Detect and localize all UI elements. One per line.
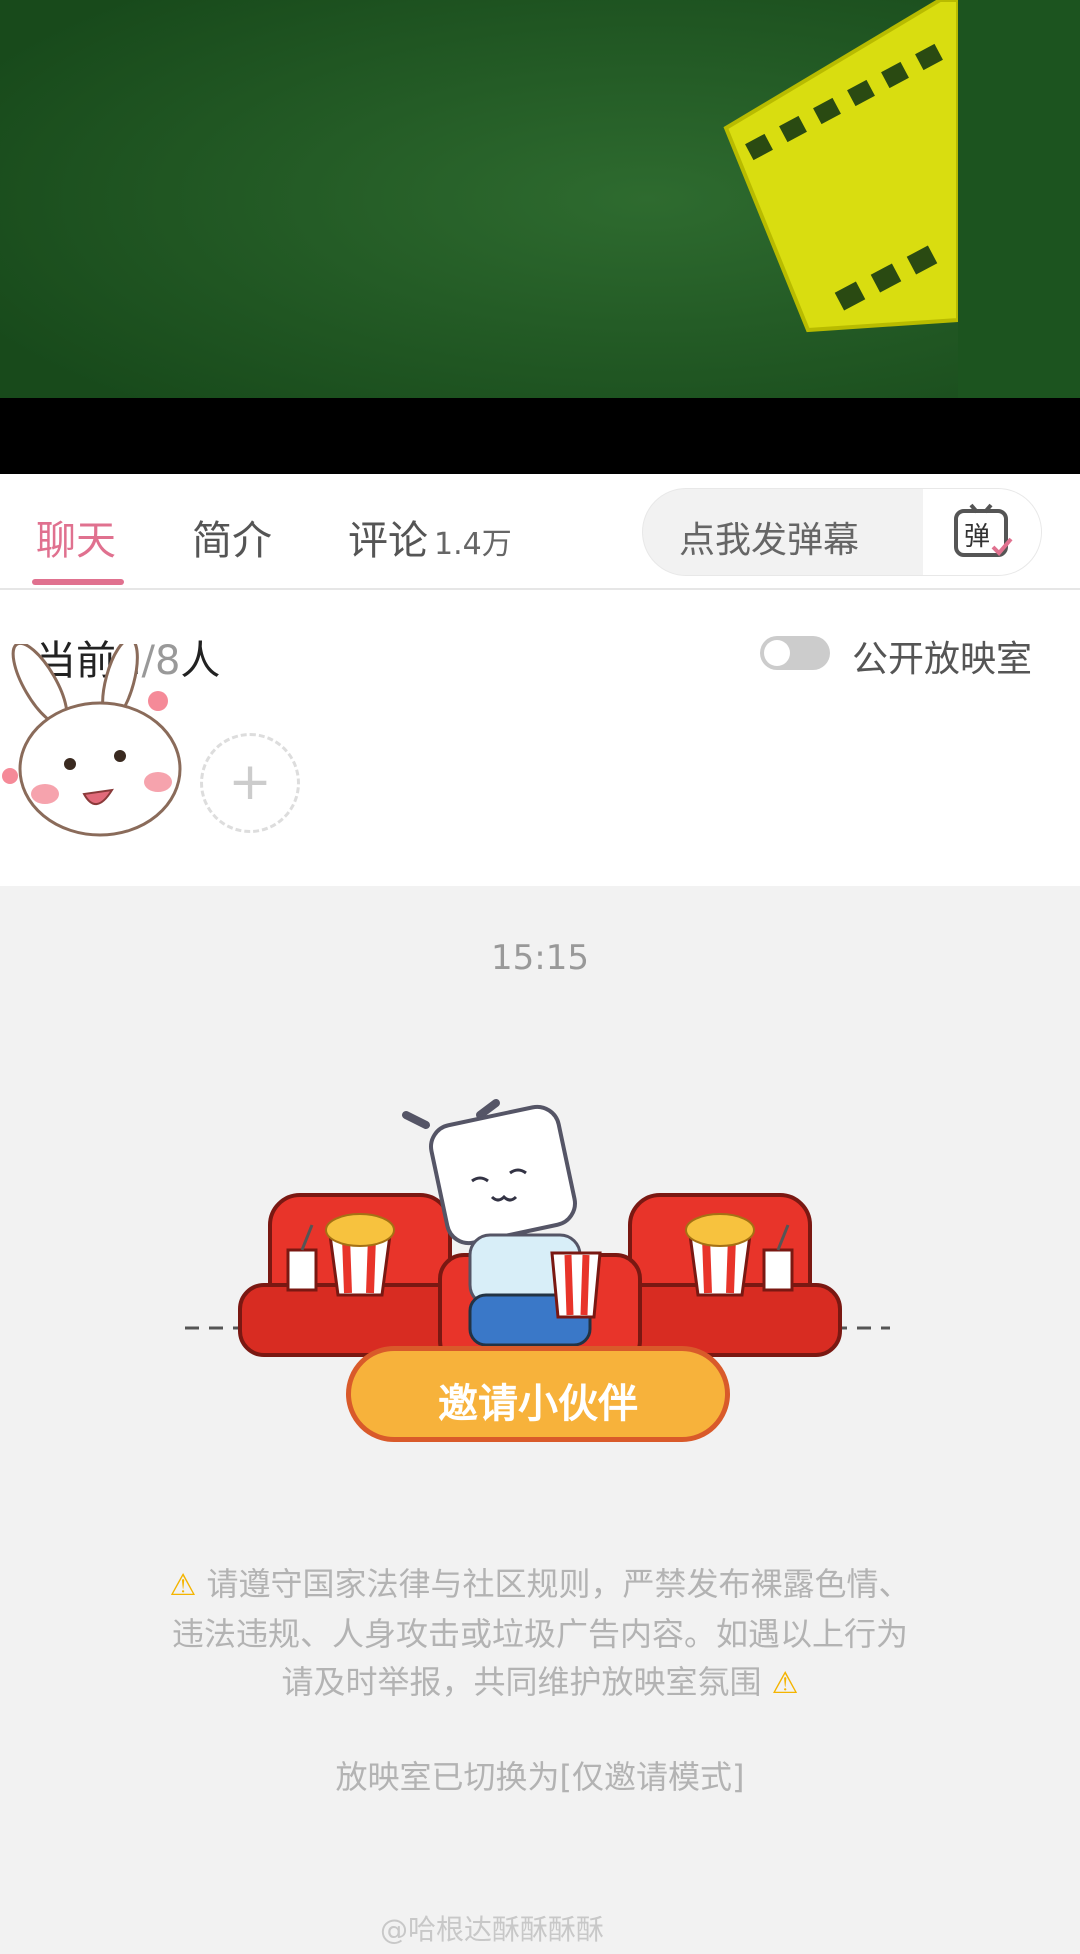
watermark: @哈根达酥酥酥酥	[380, 1913, 605, 1946]
danmaku-input[interactable]: 点我发弹幕 弹	[642, 488, 1042, 576]
danmaku-icon: 弹	[954, 503, 1013, 557]
tab-comments-label: 评论	[348, 518, 428, 564]
community-notice: ⚠ 请遵守国家法律与社区规则，严禁发布裸露色情、 违法违规、人身攻击或垃圾广告内…	[100, 1560, 980, 1708]
chat-timestamp: 15:15	[491, 938, 589, 978]
notice-line-2: 违法违规、人身攻击或垃圾广告内容。如遇以上行为	[171, 1615, 908, 1653]
tab-chat-label: 聊天	[36, 518, 116, 564]
public-room-toggle[interactable]	[760, 636, 830, 670]
user-avatar[interactable]	[0, 644, 190, 844]
room-mode-message: 放映室已切换为[仅邀请模式]	[335, 1758, 745, 1796]
toggle-knob	[764, 640, 790, 666]
tab-intro-label: 简介	[192, 518, 272, 564]
public-room-label: 公开放映室	[852, 639, 1033, 680]
tab-intro[interactable]: 简介	[192, 508, 272, 566]
invite-friends-label: 邀请小伙伴	[438, 1381, 638, 1427]
active-tab-indicator	[32, 579, 124, 585]
cinema-illustration	[185, 1099, 890, 1367]
video-player[interactable]	[0, 0, 1080, 474]
notice-line-1: 请遵守国家法律与社区规则，严禁发布裸露色情、	[206, 1565, 911, 1603]
danmaku-placeholder: 点我发弹幕	[679, 520, 860, 561]
tab-comments[interactable]: 评论 1.4万	[348, 508, 512, 566]
video-frame	[0, 0, 1080, 398]
plus-icon: +	[228, 752, 272, 812]
add-member-button[interactable]: +	[200, 733, 300, 833]
warning-icon: ⚠	[169, 1568, 197, 1603]
member-panel: 当前1/8人 公开放映室 +	[0, 590, 1080, 886]
danmaku-icon-glyph: 弹	[964, 522, 990, 552]
tab-chat[interactable]: 聊天	[36, 508, 116, 566]
warning-icon: ⚠	[771, 1666, 799, 1701]
invite-friends-button[interactable]: 邀请小伙伴	[346, 1346, 730, 1442]
notice-line-3: 请及时举报，共同维护放映室氛围	[281, 1663, 762, 1701]
comment-count: 1.4万	[434, 527, 512, 562]
danmaku-send-button[interactable]: 弹	[923, 489, 1041, 575]
film-strip-graphic	[0, 0, 1080, 398]
